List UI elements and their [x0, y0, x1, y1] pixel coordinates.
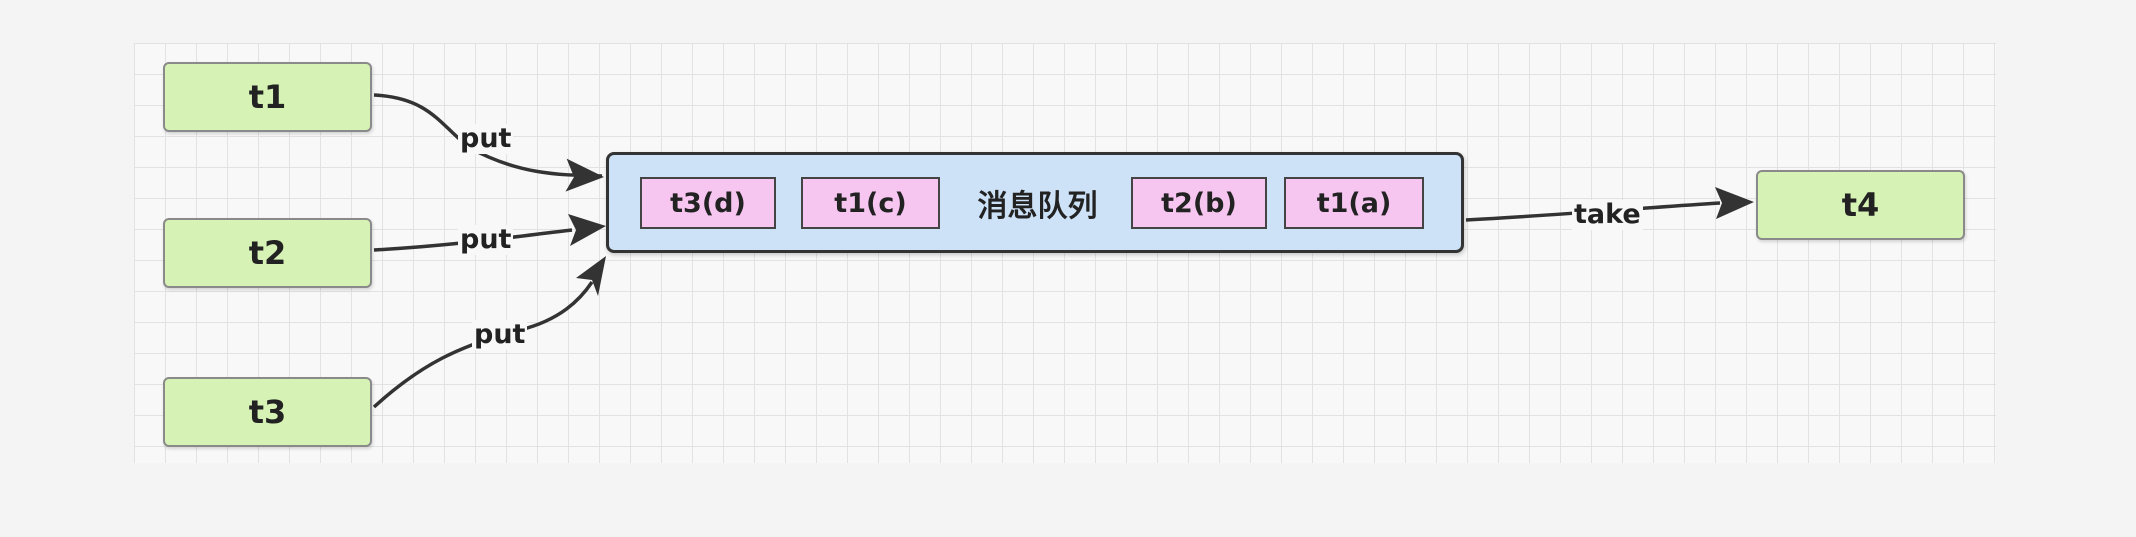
- producer-node-t1: t1: [163, 62, 372, 132]
- consumer-node-t4: t4: [1756, 170, 1965, 240]
- edge-label-put-t3: put: [472, 319, 528, 350]
- arrow-take: [1715, 187, 1754, 219]
- producer-node-t3: t3: [163, 377, 372, 447]
- queue-message: t3(d): [640, 177, 776, 229]
- queue-message: t1(a): [1284, 177, 1424, 229]
- arrow-t3: [576, 256, 606, 296]
- queue-label: 消息队列: [977, 189, 1098, 224]
- arrow-t2: [568, 214, 606, 246]
- producer-node-t2: t2: [163, 218, 372, 288]
- edge-label-take: take: [1572, 199, 1643, 230]
- queue-message: t2(b): [1131, 177, 1267, 229]
- queue-message: t1(c): [801, 177, 940, 229]
- diagram-canvas: put put put take t1 t2 t3 t4 t3(d) t1(c)…: [0, 0, 2136, 537]
- edge-label-put-t1: put: [458, 123, 514, 154]
- edge-label-put-t2: put: [458, 224, 514, 255]
